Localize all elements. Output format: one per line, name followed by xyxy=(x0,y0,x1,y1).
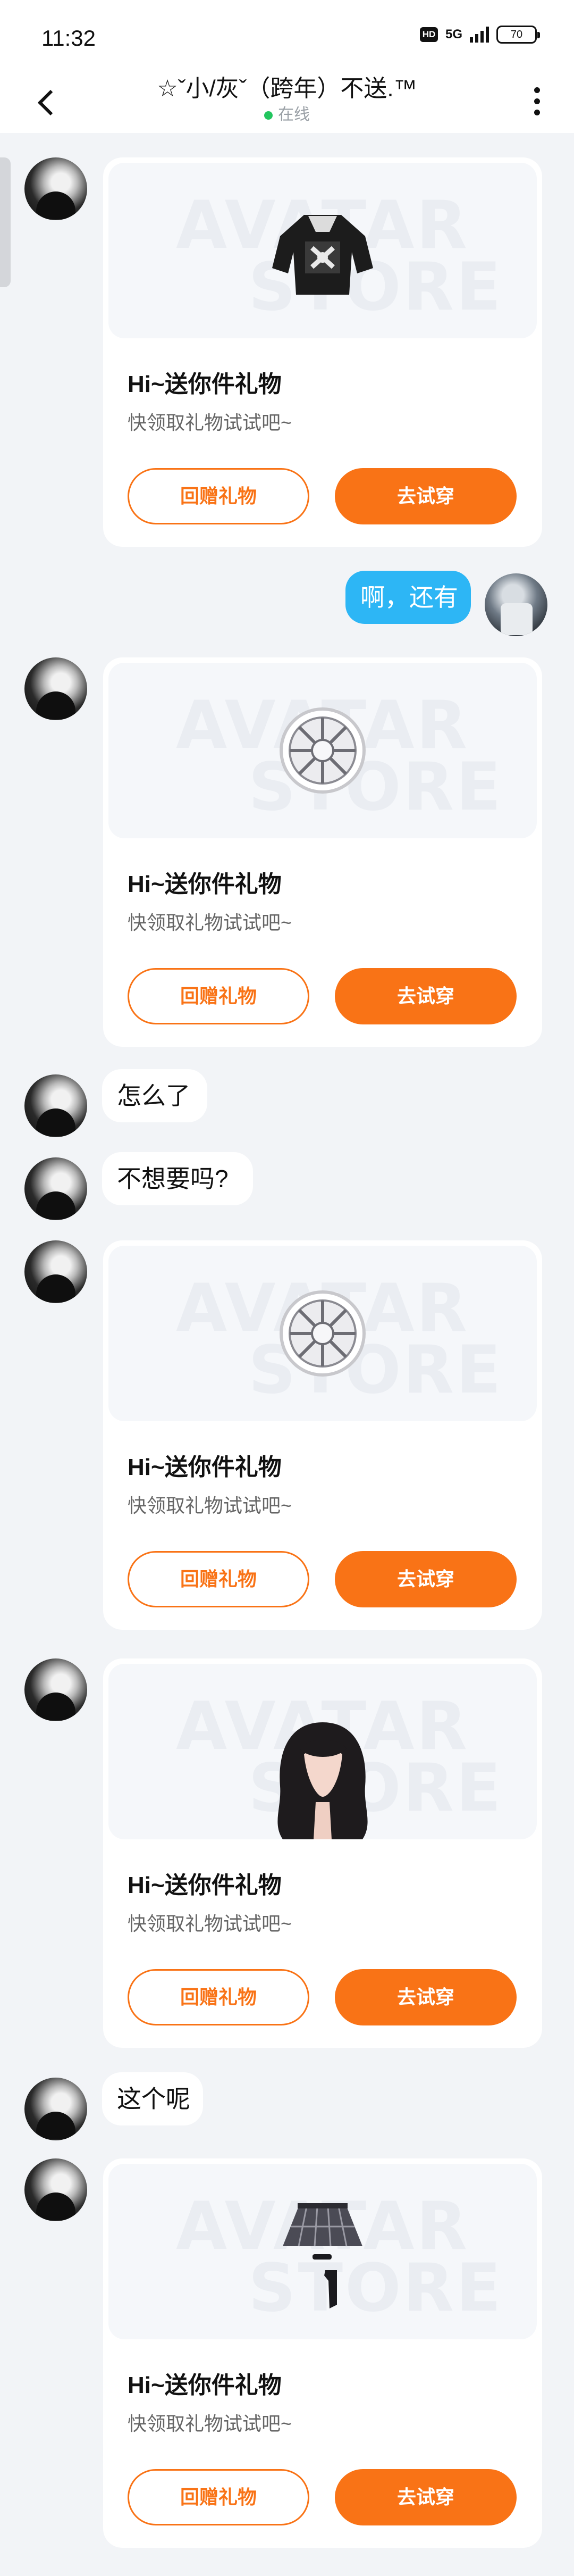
try-on-button[interactable]: 去试穿 xyxy=(335,468,517,524)
contact-avatar[interactable] xyxy=(24,1658,87,1721)
return-gift-button[interactable]: 回赠礼物 xyxy=(128,1969,309,2025)
return-gift-button[interactable]: 回赠礼物 xyxy=(128,468,309,524)
gift-card: AVATAR STORE Hi~送你件礼物 快领取礼物试试吧~ 回赠礼物 去试穿 xyxy=(103,1658,542,2048)
hair-gift-image xyxy=(277,1722,368,1839)
self-avatar[interactable] xyxy=(485,573,547,636)
gift-banner: AVATAR STORE xyxy=(108,163,537,338)
battery-icon: 70 xyxy=(496,26,540,44)
more-options-icon[interactable] xyxy=(521,80,553,122)
contact-avatar[interactable] xyxy=(24,657,87,720)
gift-subtitle: 快领取礼物试试吧~ xyxy=(128,412,292,433)
network-label: 5G xyxy=(445,27,462,41)
gift-subtitle: 快领取礼物试试吧~ xyxy=(128,1913,292,1935)
status-icons: HD 5G 70 xyxy=(419,26,540,44)
gift-subtitle: 快领取礼物试试吧~ xyxy=(128,912,292,933)
try-on-button[interactable]: 去试穿 xyxy=(335,968,517,1024)
try-on-button[interactable]: 去试穿 xyxy=(335,1969,517,2025)
message-bubble: 怎么了 xyxy=(102,1069,207,1122)
return-gift-button[interactable]: 回赠礼物 xyxy=(128,968,309,1024)
try-on-button[interactable]: 去试穿 xyxy=(335,2469,517,2525)
gift-title: Hi~送你件礼物 xyxy=(128,871,282,897)
chat-header: ☆ˇ小/灰ˇ（跨年）不送.™ 在线 xyxy=(0,69,574,133)
try-on-button[interactable]: 去试穿 xyxy=(335,1551,517,1607)
scroll-handle[interactable] xyxy=(0,157,11,287)
gift-card: AVATAR STORE Hi~送你件礼物 快领取礼物试试吧~ 回赠礼物 去试穿 xyxy=(103,657,542,1047)
status-bar: 11:32 HD 5G 70 xyxy=(0,0,574,69)
hd-icon: HD xyxy=(419,27,438,42)
gift-title: Hi~送你件礼物 xyxy=(128,2372,282,2398)
contact-avatar[interactable] xyxy=(24,1074,87,1137)
contact-avatar[interactable] xyxy=(24,1157,87,1220)
jacket-gift-image xyxy=(272,215,373,295)
gift-card: AVATAR STORE Hi~送你件礼物 快领取礼物试试吧~ 回赠礼物 去试穿 xyxy=(103,1240,542,1630)
signal-icon xyxy=(470,27,489,43)
skirt-gift-image xyxy=(283,2203,362,2308)
wheel-gift-image xyxy=(280,707,366,794)
contact-avatar[interactable] xyxy=(24,2158,87,2221)
gift-banner: AVATAR STORE xyxy=(108,1664,537,1839)
return-gift-button[interactable]: 回赠礼物 xyxy=(128,2469,309,2525)
gift-title: Hi~送你件礼物 xyxy=(128,1454,282,1480)
gift-card: AVATAR STORE Hi~送你件礼物 快领取礼物试试吧~ 回赠礼物 去试穿 xyxy=(103,157,542,547)
self-message-bubble: 啊，还有 xyxy=(345,571,471,624)
gift-banner: AVATAR STORE xyxy=(108,2164,537,2339)
gift-subtitle: 快领取礼物试试吧~ xyxy=(128,2413,292,2435)
online-dot-icon xyxy=(264,111,273,120)
contact-avatar[interactable] xyxy=(24,2078,87,2140)
gift-banner: AVATAR STORE xyxy=(108,663,537,838)
status-time: 11:32 xyxy=(41,26,96,51)
contact-avatar[interactable] xyxy=(24,1240,87,1303)
contact-avatar[interactable] xyxy=(24,157,87,220)
wheel-gift-image xyxy=(280,1290,366,1377)
return-gift-button[interactable]: 回赠礼物 xyxy=(128,1551,309,1607)
online-status: 在线 xyxy=(0,101,574,124)
gift-banner: AVATAR STORE xyxy=(108,1246,537,1421)
gift-card: AVATAR STORE Hi~送你件礼物 快领取礼物试试吧~ 回赠礼物 去试穿 xyxy=(103,2158,542,2548)
gift-subtitle: 快领取礼物试试吧~ xyxy=(128,1495,292,1516)
message-bubble: 这个呢 xyxy=(102,2072,203,2125)
gift-title: Hi~送你件礼物 xyxy=(128,371,282,397)
message-bubble: 不想要吗? xyxy=(102,1152,253,1205)
gift-title: Hi~送你件礼物 xyxy=(128,1872,282,1898)
chat-title: ☆ˇ小/灰ˇ（跨年）不送.™ xyxy=(157,76,417,102)
online-status-label: 在线 xyxy=(278,106,310,123)
